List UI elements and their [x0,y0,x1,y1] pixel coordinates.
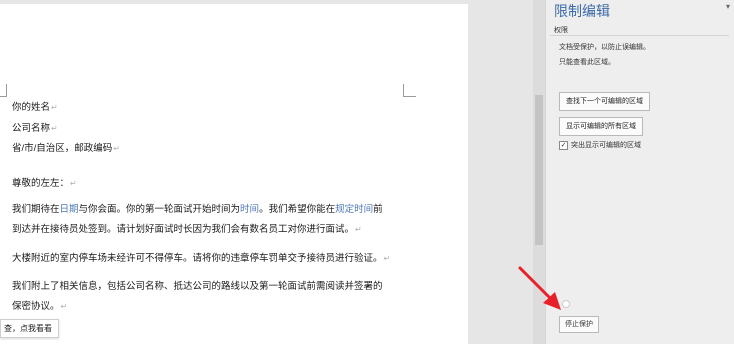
mouse-cursor [562,300,570,308]
red-arrow-annotation [518,266,561,310]
arrow-shaft [518,266,554,302]
